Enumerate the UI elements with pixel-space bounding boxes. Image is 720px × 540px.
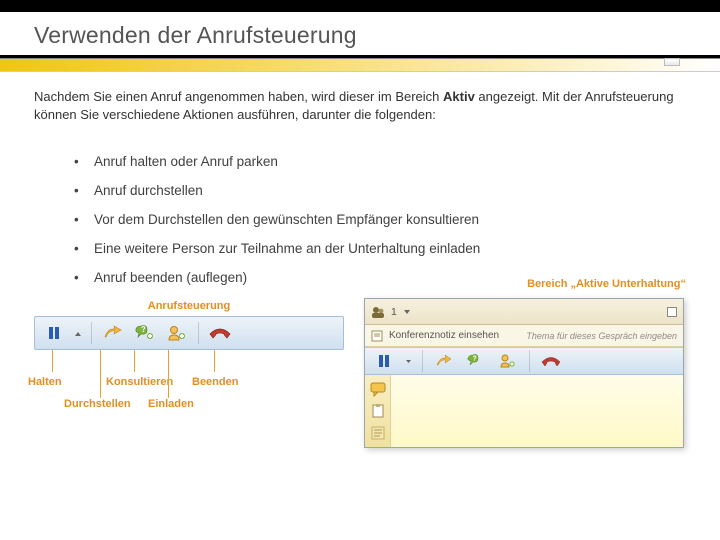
invite-person-icon: [499, 353, 517, 369]
transfer-arrow-icon: [103, 325, 123, 341]
list-item: Vor dem Durchstellen den gewünschten Emp…: [74, 205, 686, 234]
consult-icon: ?: [467, 353, 485, 369]
svg-text:?: ?: [141, 325, 146, 334]
conversation-window: 1 Konferenznotiz einsehen Thema für dies…: [364, 298, 684, 448]
label-invite: Einladen: [148, 398, 194, 410]
page-title: Verwenden der Anrufsteuerung: [34, 22, 686, 49]
panel-caption-right: Bereich „Aktive Unterhaltung“: [364, 278, 686, 290]
panel-caption-left: Anrufsteuerung: [34, 300, 344, 312]
list-item: Eine weitere Person zur Teilnahme an der…: [74, 234, 686, 263]
note-label[interactable]: Konferenznotiz einsehen: [389, 330, 499, 341]
conversation-subheader: Konferenznotiz einsehen Thema für dieses…: [365, 325, 683, 347]
window-control[interactable]: [667, 307, 677, 317]
end-call-button[interactable]: [209, 322, 231, 344]
active-conversation-panel: Bereich „Aktive Unterhaltung“ 1 Konferen…: [364, 300, 686, 448]
chevron-down-icon[interactable]: [405, 358, 412, 365]
call-control-toolbar: ?: [34, 316, 344, 350]
label-transfer: Durchstellen: [64, 398, 131, 410]
hangup-icon: [209, 326, 231, 340]
hold-button[interactable]: [373, 350, 395, 372]
pause-icon: [377, 354, 391, 368]
conversation-sidebar: [365, 375, 391, 447]
list-item: Anruf halten oder Anruf parken: [74, 147, 686, 176]
intro-part-a: Nachdem Sie einen Anruf angenommen haben…: [34, 89, 443, 104]
clip-icon[interactable]: [370, 403, 386, 419]
lower-row: Anrufsteuerung ?: [34, 300, 686, 448]
transfer-button[interactable]: [433, 350, 455, 372]
divider-right-handle: [664, 58, 680, 66]
consult-button[interactable]: ?: [134, 322, 156, 344]
title-divider: [34, 55, 686, 72]
consult-button[interactable]: ?: [465, 350, 487, 372]
chevron-down-icon[interactable]: [403, 308, 411, 316]
list-item: Anruf durchstellen: [74, 176, 686, 205]
invite-person-icon: [167, 324, 187, 342]
toolbar-separator: [91, 322, 92, 344]
slide-content: Verwenden der Anrufsteuerung Nachdem Sie…: [0, 0, 720, 448]
toolbar-separator: [529, 350, 530, 372]
toolbar-separator: [198, 322, 199, 344]
label-end: Beenden: [192, 376, 238, 388]
top-black-bar: [0, 0, 720, 12]
pointer-lines: Halten Konsultieren Beenden Durchstellen…: [34, 350, 344, 410]
hold-button[interactable]: [43, 322, 65, 344]
conversation-main-area: [391, 375, 683, 447]
message-icon[interactable]: [370, 381, 386, 397]
conversation-header: 1: [365, 299, 683, 325]
conversation-toolbar: ?: [365, 347, 683, 375]
invite-button[interactable]: [166, 322, 188, 344]
note-icon: [371, 330, 383, 342]
label-consult: Konsultieren: [106, 376, 173, 388]
label-hold: Halten: [28, 376, 62, 388]
intro-paragraph: Nachdem Sie einen Anruf angenommen haben…: [34, 88, 686, 123]
hangup-icon: [541, 355, 561, 367]
call-control-panel: Anrufsteuerung ?: [34, 300, 344, 448]
bullet-list: Anruf halten oder Anruf parken Anruf dur…: [74, 147, 686, 292]
end-call-button[interactable]: [540, 350, 562, 372]
conversation-body: [365, 375, 683, 447]
toolbar-separator: [422, 350, 423, 372]
invite-button[interactable]: [497, 350, 519, 372]
transfer-arrow-icon: [435, 354, 453, 368]
svg-text:?: ?: [473, 356, 477, 363]
people-icon: [371, 305, 385, 319]
consult-icon: ?: [135, 324, 155, 342]
pause-icon: [46, 325, 62, 341]
note-icon[interactable]: [370, 425, 386, 441]
participant-count: 1: [391, 306, 397, 318]
chevron-down-icon: [75, 330, 81, 336]
intro-strong: Aktiv: [443, 89, 475, 104]
transfer-button[interactable]: [102, 322, 124, 344]
theme-prompt[interactable]: Thema für dieses Gespräch eingeben: [526, 331, 677, 341]
